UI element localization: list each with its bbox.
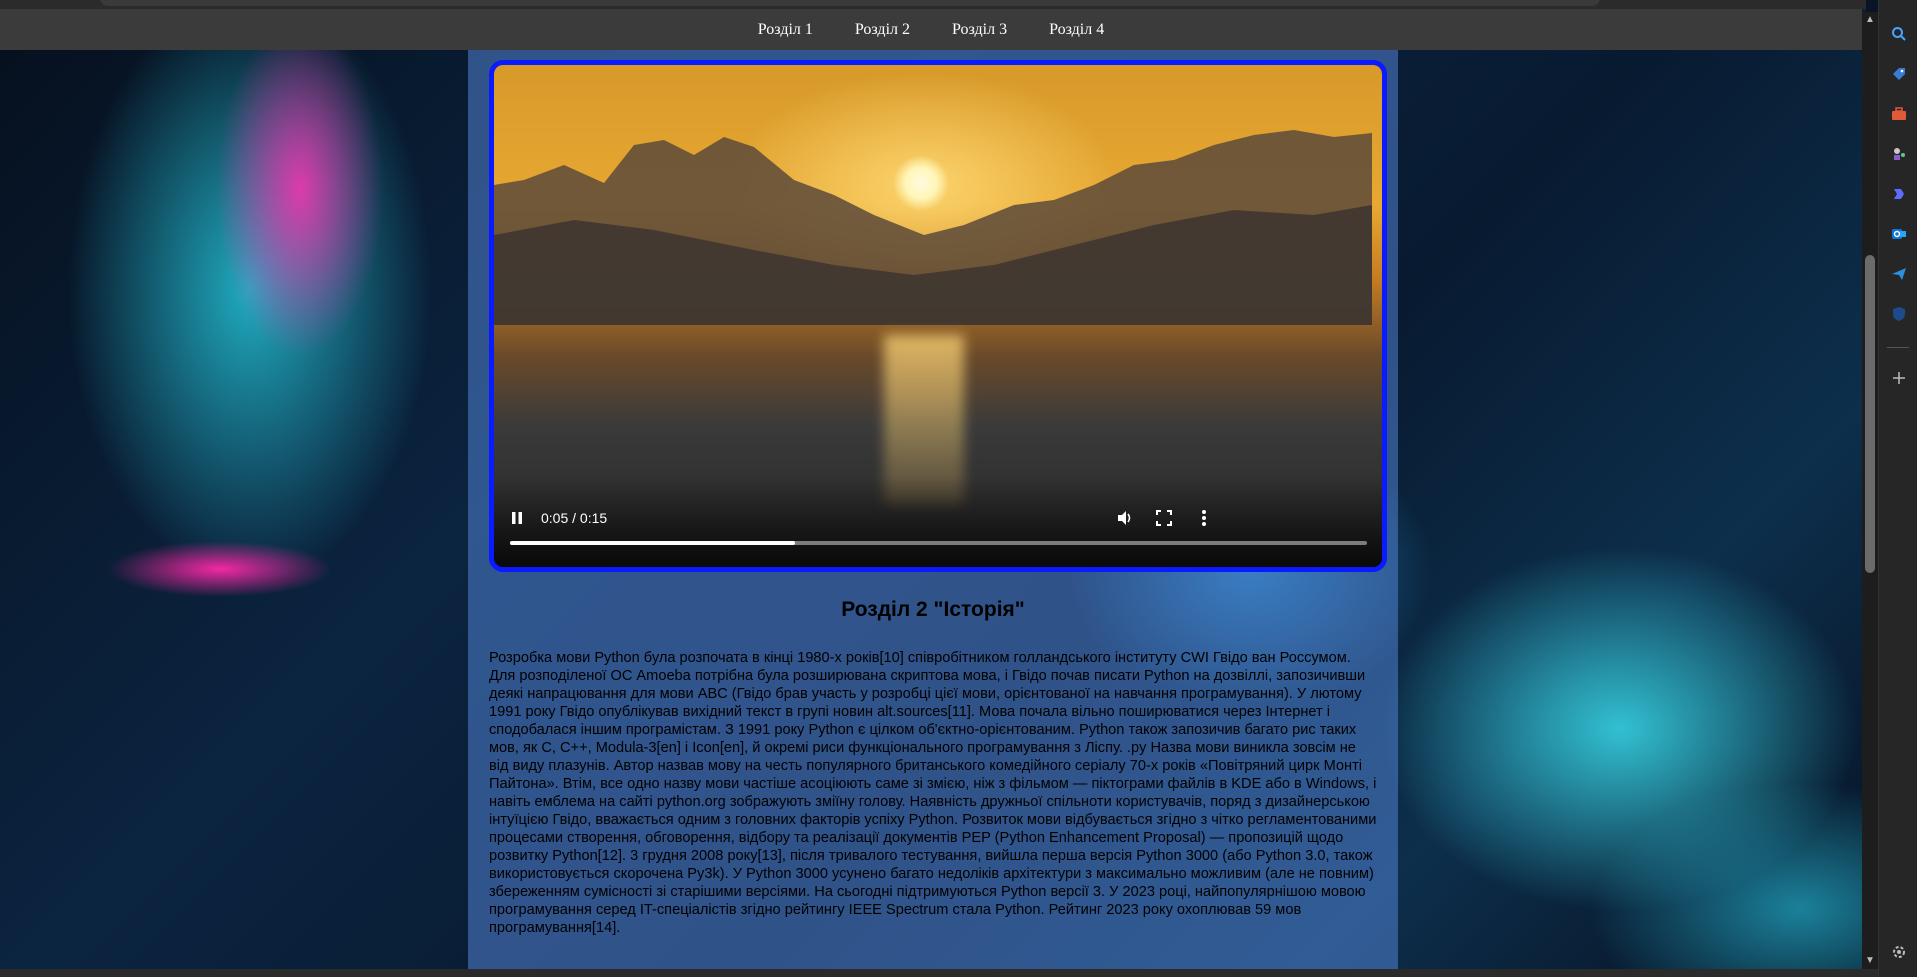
volume-icon[interactable] <box>1112 505 1138 531</box>
copilot-icon[interactable] <box>1889 184 1909 204</box>
section-paragraph: Розробка мови Python була розпочата в кі… <box>489 650 1377 936</box>
settings-icon[interactable] <box>1889 942 1909 962</box>
browser-sidebar <box>1878 0 1917 977</box>
nav-link-section-2[interactable]: Розділ 2 <box>855 21 910 39</box>
content-panel: 0:05 / 0:15 Розділ 2 "Історія" Розробка … <box>468 50 1398 969</box>
add-icon[interactable] <box>1889 368 1909 388</box>
outlook-icon[interactable] <box>1889 224 1909 244</box>
nav-link-section-3[interactable]: Розділ 3 <box>952 21 1007 39</box>
address-bar[interactable] <box>100 0 1600 6</box>
scroll-thumb[interactable] <box>1865 255 1875 573</box>
browser-top-bar <box>0 0 1866 9</box>
video-controls: 0:05 / 0:15 <box>494 497 1382 567</box>
search-icon[interactable] <box>1889 24 1909 44</box>
nav-link-section-1[interactable]: Розділ 1 <box>758 21 813 39</box>
video-progress-bar[interactable] <box>510 541 1367 545</box>
fullscreen-icon[interactable] <box>1151 505 1177 531</box>
top-navigation: Розділ 1 Розділ 2 Розділ 3 Розділ 4 <box>0 9 1862 50</box>
more-options-icon[interactable] <box>1191 505 1217 531</box>
chess-icon[interactable] <box>1889 144 1909 164</box>
send-icon[interactable] <box>1889 264 1909 284</box>
video-progress-fill <box>510 541 796 545</box>
video-time: 0:05 / 0:15 <box>541 510 608 526</box>
scroll-down-arrow[interactable]: ▼ <box>1862 953 1878 969</box>
mountains-silhouette <box>494 130 1372 325</box>
pause-icon[interactable] <box>504 505 530 531</box>
scroll-up-arrow[interactable]: ▲ <box>1862 12 1878 28</box>
section-title: Розділ 2 "Історія" <box>841 598 1025 621</box>
sidebar-divider <box>1887 347 1909 348</box>
nav-link-section-4[interactable]: Розділ 4 <box>1049 21 1104 39</box>
video-player[interactable]: 0:05 / 0:15 <box>489 60 1387 572</box>
shield-icon[interactable] <box>1889 304 1909 324</box>
bottom-strip <box>0 969 1878 977</box>
tag-icon[interactable] <box>1889 64 1909 84</box>
page-viewport: Розділ 1 Розділ 2 Розділ 3 Розділ 4 0:05… <box>0 9 1866 969</box>
toolbox-icon[interactable] <box>1889 104 1909 124</box>
